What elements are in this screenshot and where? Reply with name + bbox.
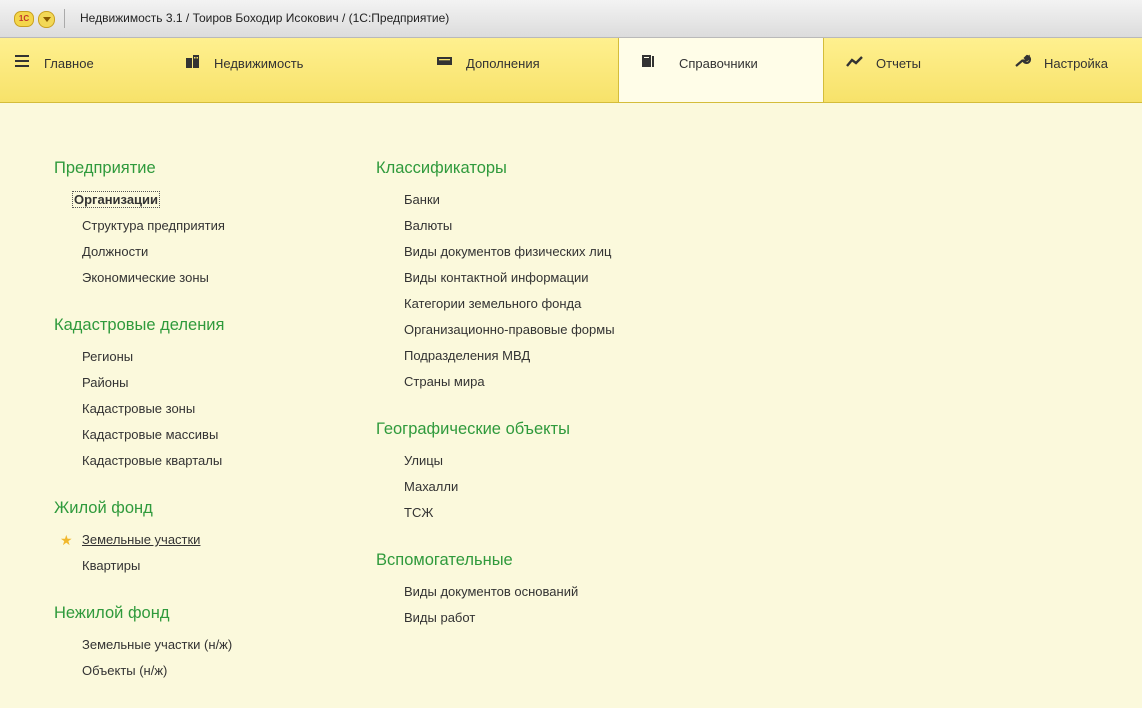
tab-label: Справочники: [679, 56, 758, 71]
group-title-residential: Жилой фонд: [54, 499, 153, 517]
list-item[interactable]: Кадастровые зоны: [54, 401, 232, 427]
list-item[interactable]: Объекты (н/ж): [54, 663, 232, 689]
list-item[interactable]: Валюты: [376, 218, 615, 244]
group-title-geo: Географические объекты: [376, 420, 570, 438]
tab-label: Главное: [44, 56, 94, 71]
favorite-star-icon[interactable]: ★: [60, 533, 73, 547]
list-item[interactable]: Виды документов физических лиц: [376, 244, 615, 270]
tab-real-estate[interactable]: Недвижимость: [184, 38, 414, 102]
list-item[interactable]: Махалли: [376, 479, 615, 505]
group-nonresidential: Земельные участки (н/ж) Объекты (н/ж): [54, 637, 232, 689]
list-item[interactable]: Квартиры: [54, 558, 232, 584]
item-label: Виды работ: [404, 610, 476, 625]
list-item[interactable]: Районы: [54, 375, 232, 401]
books-icon: [642, 55, 654, 67]
list-item[interactable]: Категории земельного фонда: [376, 296, 615, 322]
item-label: Валюты: [404, 218, 453, 233]
tab-label: Отчеты: [876, 56, 921, 71]
window-title: Недвижимость 3.1 / Тоиров Боходир Исоков…: [80, 11, 450, 25]
item-label: Организации: [72, 191, 161, 208]
item-label: Районы: [82, 375, 129, 390]
tab-main[interactable]: Главное: [14, 38, 174, 102]
item-label: Виды документов оснований: [404, 584, 579, 599]
item-label: Кадастровые кварталы: [82, 453, 223, 468]
list-item-favorite[interactable]: ★ Земельные участки: [54, 532, 232, 558]
item-label: Улицы: [404, 453, 444, 468]
group-aux: Виды документов оснований Виды работ: [376, 584, 615, 636]
item-label: Виды контактной информации: [404, 270, 589, 285]
list-item[interactable]: Подразделения МВД: [376, 348, 615, 374]
list-item[interactable]: Кадастровые массивы: [54, 427, 232, 453]
list-item[interactable]: Виды документов оснований: [376, 584, 615, 610]
list-item[interactable]: Экономические зоны: [54, 270, 232, 296]
list-item[interactable]: Страны мира: [376, 374, 615, 400]
tab-settings[interactable]: Настройка: [1014, 38, 1142, 102]
right-column: Классификаторы Банки Валюты Виды докумен…: [376, 158, 615, 655]
list-item[interactable]: Кадастровые кварталы: [54, 453, 232, 479]
monitor-icon: [437, 57, 452, 65]
item-label: Подразделения МВД: [404, 348, 531, 363]
trend-chart-icon: [846, 56, 863, 67]
item-label: Кадастровые массивы: [82, 427, 219, 442]
group-title-enterprise: Предприятие: [54, 159, 156, 177]
tab-references[interactable]: Справочники: [618, 38, 824, 102]
sections-panel: Главное Недвижимость Дополнения Справочн…: [0, 38, 1142, 103]
list-item[interactable]: Должности: [54, 244, 232, 270]
item-label: ТСЖ: [404, 505, 434, 520]
list-item[interactable]: Виды контактной информации: [376, 270, 615, 296]
wrench-icon: [1015, 54, 1032, 67]
menu-lines-icon: [15, 55, 29, 67]
group-cadastral: Регионы Районы Кадастровые зоны Кадастро…: [54, 349, 232, 479]
item-label: Структура предприятия: [82, 218, 225, 233]
item-label: Регионы: [82, 349, 134, 364]
group-residential: ★ Земельные участки Квартиры: [54, 532, 232, 584]
item-label: Категории земельного фонда: [404, 296, 582, 311]
list-item[interactable]: Земельные участки (н/ж): [54, 637, 232, 663]
group-title-nonresidential: Нежилой фонд: [54, 604, 170, 622]
item-label: Квартиры: [82, 558, 141, 573]
group-title-cadastral: Кадастровые деления: [54, 316, 225, 334]
list-item[interactable]: Регионы: [54, 349, 232, 375]
tab-label: Настройка: [1044, 56, 1108, 71]
title-separator: [64, 9, 65, 28]
item-label: Земельные участки (н/ж): [82, 637, 233, 652]
group-classifiers: Банки Валюты Виды документов физических …: [376, 192, 615, 400]
left-column: Предприятие Организации Структура предпр…: [54, 158, 232, 708]
item-label: Организационно-правовые формы: [404, 322, 615, 337]
group-title-classifiers: Классификаторы: [376, 159, 507, 177]
references-panel: Предприятие Организации Структура предпр…: [0, 103, 1142, 702]
item-label: Махалли: [404, 479, 459, 494]
list-item[interactable]: ТСЖ: [376, 505, 615, 531]
app-logo-icon[interactable]: 1С: [14, 11, 34, 27]
group-geo: Улицы Махалли ТСЖ: [376, 453, 615, 531]
title-bar: 1С Недвижимость 3.1 / Тоиров Боходир Исо…: [0, 0, 1142, 38]
list-item[interactable]: Улицы: [376, 453, 615, 479]
list-item[interactable]: Организации: [54, 191, 232, 218]
tab-label: Недвижимость: [214, 56, 304, 71]
list-item[interactable]: Виды работ: [376, 610, 615, 636]
group-enterprise: Организации Структура предприятия Должно…: [54, 191, 232, 296]
main-menu-button[interactable]: [38, 11, 55, 28]
list-item[interactable]: Структура предприятия: [54, 218, 232, 244]
tab-reports[interactable]: Отчеты: [846, 38, 996, 102]
item-label: Виды документов физических лиц: [404, 244, 612, 259]
item-label: Банки: [404, 192, 440, 207]
app-logo-text: 1С: [18, 14, 30, 23]
item-label: Объекты (н/ж): [82, 663, 168, 678]
list-item[interactable]: Организационно-правовые формы: [376, 322, 615, 348]
list-item[interactable]: Банки: [376, 192, 615, 218]
item-label: Экономические зоны: [82, 270, 209, 285]
tab-additions[interactable]: Дополнения: [436, 38, 616, 102]
buildings-icon: [186, 55, 199, 68]
item-label: Кадастровые зоны: [82, 401, 196, 416]
tab-label: Дополнения: [466, 56, 540, 71]
item-label: Страны мира: [404, 374, 485, 389]
item-label: Земельные участки: [82, 532, 201, 547]
item-label: Должности: [82, 244, 149, 259]
group-title-aux: Вспомогательные: [376, 551, 513, 569]
